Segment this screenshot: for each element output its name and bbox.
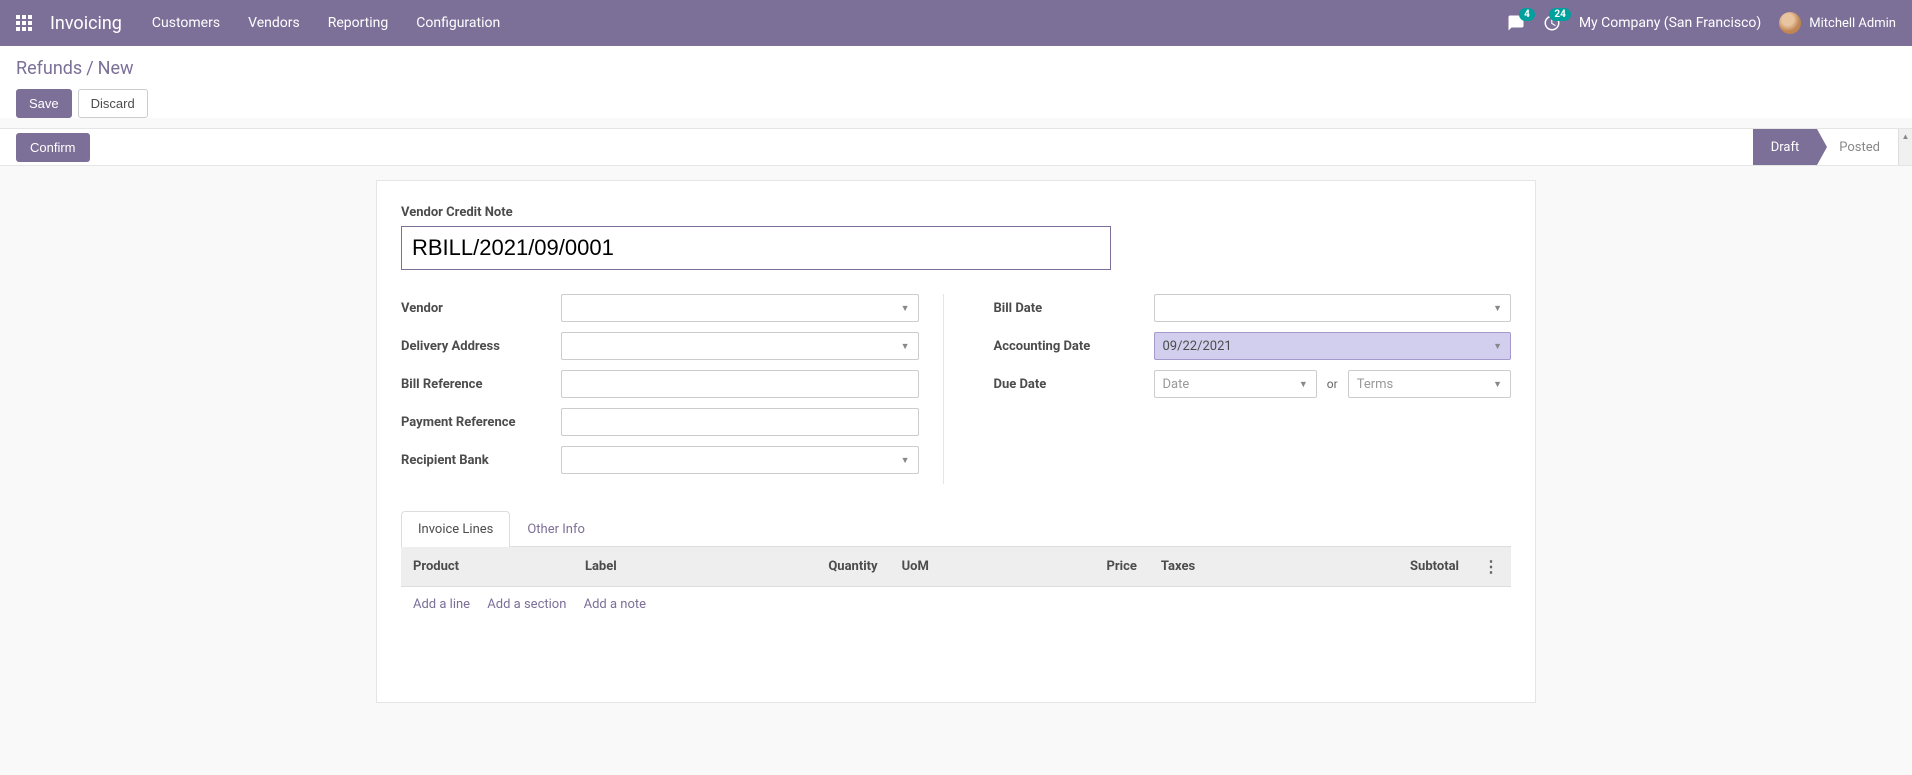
add-note-link[interactable]: Add a note [584, 597, 646, 612]
status-draft[interactable]: Draft [1753, 129, 1818, 165]
col-taxes[interactable]: Taxes [1149, 547, 1292, 587]
messages-badge: 4 [1519, 8, 1535, 21]
kebab-icon[interactable]: ⋮ [1483, 557, 1499, 576]
form-col-right: Bill Date ▼ Accounting Date 09/22/2021▼ … [994, 294, 1512, 484]
col-label[interactable]: Label [573, 547, 710, 587]
terms-select[interactable]: Terms▼ [1348, 370, 1511, 398]
bill-ref-label: Bill Reference [401, 377, 561, 392]
nav-customers[interactable]: Customers [152, 15, 220, 31]
bank-select[interactable]: ▼ [561, 446, 919, 474]
tab-invoice-lines[interactable]: Invoice Lines [401, 511, 510, 547]
caret-down-icon: ▼ [901, 341, 910, 352]
status-steps: Draft Posted [1753, 129, 1898, 165]
breadcrumb-sep: / [86, 58, 93, 79]
form-col-left: Vendor ▼ Delivery Address ▼ Bill Referen… [401, 294, 944, 484]
bill-ref-input[interactable] [561, 370, 919, 398]
activities-icon[interactable]: 24 [1543, 14, 1561, 32]
col-product[interactable]: Product [401, 547, 573, 587]
caret-down-icon: ▼ [1493, 379, 1502, 390]
app-title[interactable]: Invoicing [50, 13, 122, 34]
caret-down-icon: ▼ [1299, 379, 1308, 390]
col-uom[interactable]: UoM [890, 547, 1016, 587]
caret-down-icon: ▼ [1493, 341, 1502, 352]
caret-down-icon: ▼ [901, 455, 910, 466]
status-posted[interactable]: Posted [1817, 129, 1898, 165]
col-price[interactable]: Price [1015, 547, 1148, 587]
or-text: or [1327, 377, 1338, 391]
caret-down-icon: ▼ [901, 303, 910, 314]
add-section-link[interactable]: Add a section [487, 597, 566, 612]
form-grid: Vendor ▼ Delivery Address ▼ Bill Referen… [401, 294, 1511, 484]
delivery-label: Delivery Address [401, 339, 561, 354]
vendor-select[interactable]: ▼ [561, 294, 919, 322]
breadcrumb-current: New [98, 58, 134, 79]
tab-other-info[interactable]: Other Info [510, 511, 602, 547]
title-input[interactable] [401, 226, 1111, 270]
nav-vendors[interactable]: Vendors [248, 15, 300, 31]
acc-date-label: Accounting Date [994, 339, 1154, 354]
confirm-button[interactable]: Confirm [16, 133, 90, 162]
add-line-link[interactable]: Add a line [413, 597, 470, 612]
nav-configuration[interactable]: Configuration [416, 15, 500, 31]
col-quantity[interactable]: Quantity [710, 547, 890, 587]
bank-label: Recipient Bank [401, 453, 561, 468]
pay-ref-label: Payment Reference [401, 415, 561, 430]
title-label: Vendor Credit Note [401, 205, 1511, 220]
company-name[interactable]: My Company (San Francisco) [1579, 15, 1761, 31]
acc-date-input[interactable]: 09/22/2021 ▼ [1154, 332, 1512, 360]
scroll-up-icon[interactable]: ▲ [1899, 129, 1912, 143]
activities-badge: 24 [1549, 8, 1570, 21]
scrollbar[interactable]: ▲ [1898, 129, 1912, 165]
user-name: Mitchell Admin [1809, 16, 1896, 31]
nav-reporting[interactable]: Reporting [328, 15, 389, 31]
due-date-label: Due Date [994, 377, 1154, 392]
messages-icon[interactable]: 4 [1507, 14, 1525, 32]
caret-down-icon: ▼ [1493, 303, 1502, 314]
line-table: Product Label Quantity UoM Price Taxes S… [401, 547, 1511, 622]
form-container: Vendor Credit Note Vendor ▼ Delivery Add… [376, 180, 1536, 703]
status-bar: Confirm Draft Posted ▲ [0, 128, 1912, 166]
action-buttons: Save Discard [16, 89, 1896, 118]
add-links-row: Add a line Add a section Add a note [401, 587, 1511, 623]
tabs: Invoice Lines Other Info [401, 510, 1511, 547]
discard-button[interactable]: Discard [78, 89, 148, 118]
user-menu[interactable]: Mitchell Admin [1779, 12, 1896, 34]
nav-menu: Customers Vendors Reporting Configuratio… [152, 15, 500, 31]
bill-date-input[interactable]: ▼ [1154, 294, 1512, 322]
avatar [1779, 12, 1801, 34]
due-date-input[interactable]: Date▼ [1154, 370, 1317, 398]
vendor-label: Vendor [401, 301, 561, 316]
acc-date-value: 09/22/2021 [1163, 339, 1232, 354]
save-button[interactable]: Save [16, 89, 72, 118]
top-nav: Invoicing Customers Vendors Reporting Co… [0, 0, 1912, 46]
breadcrumb-bar: Refunds/New Save Discard [0, 46, 1912, 118]
apps-icon[interactable] [16, 15, 32, 31]
breadcrumb: Refunds/New [16, 58, 1896, 79]
col-subtotal[interactable]: Subtotal [1292, 547, 1471, 587]
bill-date-label: Bill Date [994, 301, 1154, 316]
breadcrumb-parent[interactable]: Refunds [16, 58, 82, 79]
nav-right: 4 24 My Company (San Francisco) Mitchell… [1507, 12, 1896, 34]
pay-ref-input[interactable] [561, 408, 919, 436]
delivery-select[interactable]: ▼ [561, 332, 919, 360]
